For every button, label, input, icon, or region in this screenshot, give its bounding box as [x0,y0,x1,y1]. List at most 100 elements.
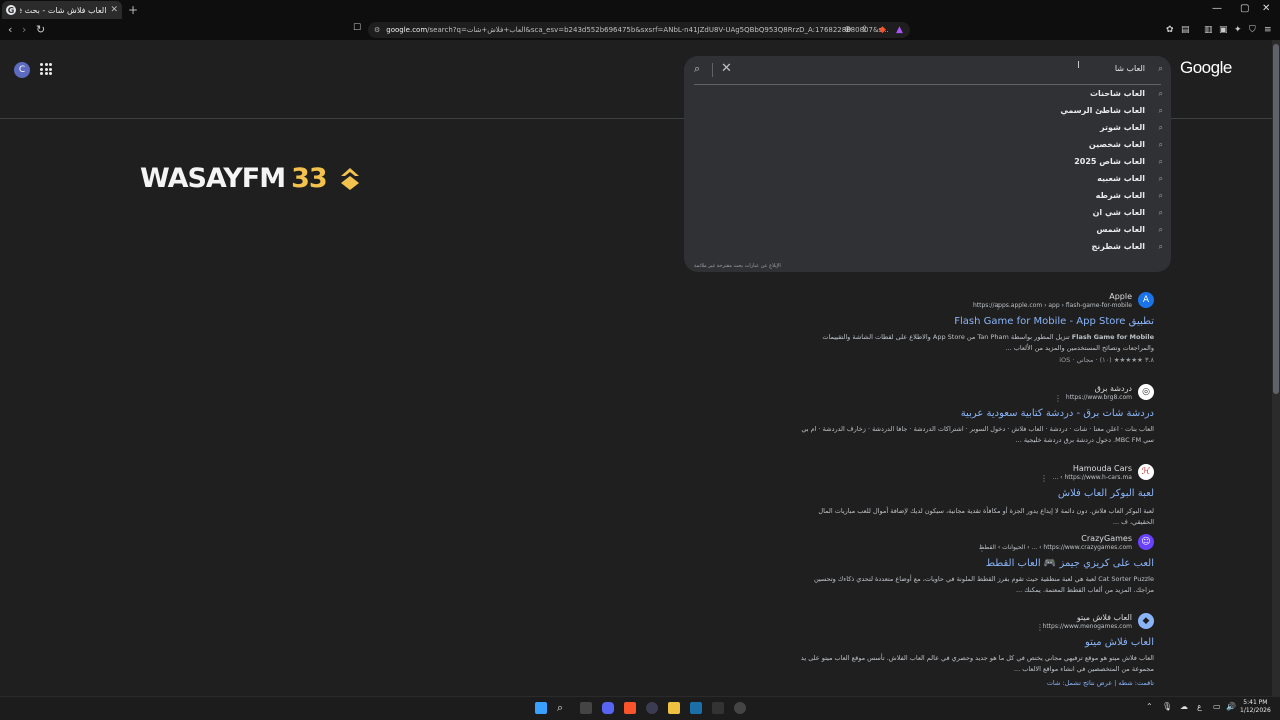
share-icon[interactable]: ⇪ [861,25,869,35]
steam-icon[interactable] [690,702,702,714]
address-bar[interactable]: ⚙ google.com/search?q=العاب+فلاش+شات&sca… [368,22,910,38]
search-query-text[interactable]: العاب شا [1115,64,1145,73]
maximize-button[interactable]: ▢ [1240,3,1249,14]
suggestion-search-icon: ⌕ [1158,208,1163,217]
suggestion-text: العاب شاطئ الرسمي [1060,106,1145,115]
clock-date: 1/12/2026 [1240,707,1271,714]
address-url: google.com/search?q=العاب+فلاش+شات&sca_e… [386,26,889,34]
language-indicator[interactable]: ع [1197,702,1202,711]
search-input[interactable]: ⌕ ✕ العاب شا ⌕ [684,56,1171,84]
microphone-icon[interactable]: 🎙 [1162,702,1172,711]
suggestion-item[interactable]: العاب شرطه ⌕ [684,188,1171,205]
network-icon[interactable]: ▭ [1213,702,1221,711]
bookmark-icon[interactable]: ☐ [353,23,361,33]
suggestion-item[interactable]: العاب شوتر ⌕ [684,120,1171,137]
start-windows-icon[interactable] [535,702,547,714]
result-extra-links[interactable]: تاقمت: شطه | عرض نتائج تشمل: شات [1047,679,1154,687]
discord-icon[interactable] [602,702,614,714]
new-tab-button[interactable]: + [128,3,138,17]
suggestion-search-icon: ⌕ [1158,123,1163,132]
vpn-icon[interactable]: ✦ [1234,25,1242,35]
result-title[interactable]: لعبة البوكر العاب فلاش [1058,488,1154,499]
app3-icon[interactable] [734,702,746,714]
result-item: ◎ دردشة برق https://www.brg8.com ⋮ دردشة… [664,384,1154,454]
back-icon[interactable]: ‹ [8,23,12,36]
result-menu-icon[interactable]: ⋮ [994,302,1002,311]
suggestion-search-icon: ⌕ [1158,242,1163,251]
extension-icon[interactable]: ✿ [1166,25,1174,35]
result-site-name[interactable]: دردشة برق [1095,384,1132,393]
result-title[interactable]: العاب فلاش ميتو [1085,637,1154,648]
suggestion-search-icon: ⌕ [1158,157,1163,166]
cloud-icon[interactable]: ☁ [1180,702,1188,711]
sidebar-icon[interactable]: ▥ [1204,25,1213,35]
brave-shield-icon[interactable]: ◆ [879,25,886,35]
result-site-name[interactable]: CrazyGames [1081,534,1132,543]
suggestion-item[interactable]: العاب شمس ⌕ [684,222,1171,239]
app-icon[interactable] [646,702,658,714]
result-item: ℋ Hamouda Cars https://www.h-cars.ma › .… [664,464,1154,526]
close-window-button[interactable]: ✕ [1262,3,1270,14]
shield-icon[interactable]: ⛉ [1249,25,1256,35]
report-suggestions-link[interactable]: الإبلاغ عن عبارات بحث مقترحة غير ملائمة [694,263,781,269]
reload-icon[interactable]: ↻ [36,23,45,36]
result-menu-icon[interactable]: ⋮ [978,544,986,553]
result-title[interactable]: العب على كريزي جيمز 🎮 العاب القطط [986,558,1154,569]
tab-close-icon[interactable]: ✕ [110,5,118,15]
suggestion-text: العاب شاص 2025 [1074,157,1145,166]
clear-search-icon[interactable]: ✕ [721,61,732,76]
wallet-icon[interactable]: ▣ [1219,25,1228,35]
result-title[interactable]: دردشة شات برق - دردشة كتابية سعودية عربي… [961,408,1154,419]
browser-tab[interactable]: G العاب فلاش شات - بحث Google ✕ [2,1,122,19]
suggestion-item[interactable]: العاب شاص 2025 ⌕ [684,154,1171,171]
result-site-name[interactable]: Hamouda Cars [1073,464,1132,473]
suggestion-search-icon: ⌕ [1158,89,1163,98]
suggestion-item[interactable]: العاب شطرنج ⌕ [684,239,1171,256]
result-site-name[interactable]: Apple [1109,292,1132,301]
input-separator [712,63,713,77]
result-snippet: لعبة البوكر العاب فلاش. دون دائمة لا إيد… [818,507,1154,526]
account-avatar[interactable]: C [14,62,30,78]
result-menu-icon[interactable]: ⋮ [1036,623,1044,632]
suggestion-text: العاب شي ان [1092,208,1145,217]
result-url[interactable]: https://www.menogames.com [1043,623,1132,630]
zoom-icon[interactable]: ⊕ [844,25,852,35]
dropdown-divider [694,84,1161,85]
site-info-icon[interactable]: ⚙ [374,26,380,34]
suggestion-search-icon: ⌕ [1158,225,1163,234]
suggestion-item[interactable]: العاب شخصين ⌕ [684,137,1171,154]
system-clock[interactable]: 5:41 PM 1/12/2026 [1240,699,1271,715]
result-url[interactable]: https://www.h-cars.ma › ... [1053,474,1133,481]
suggestion-search-icon: ⌕ [1158,174,1163,183]
task-view-icon[interactable] [580,702,592,714]
brave-browser-icon[interactable] [624,702,636,714]
file-explorer-icon[interactable] [668,702,680,714]
volume-icon[interactable]: 🔊 [1226,702,1236,711]
brave-rewards-icon[interactable]: ▲ [896,25,903,35]
forward-icon[interactable]: › [22,23,26,36]
search-submit-icon[interactable]: ⌕ [694,62,700,76]
result-url[interactable]: https://www.brg8.com [1066,394,1132,401]
text-cursor-icon: I [1077,60,1080,71]
google-logo[interactable]: Google [1180,58,1232,78]
minimize-button[interactable]: — [1212,3,1222,14]
scrollbar-thumb[interactable] [1273,44,1279,394]
menu-icon[interactable]: ≡ [1264,25,1272,35]
suggestion-item[interactable]: العاب شي ان ⌕ [684,205,1171,222]
app2-icon[interactable] [712,702,724,714]
suggestion-text: العاب شطرنج [1091,242,1146,251]
suggestion-search-icon: ⌕ [1158,140,1163,149]
result-url[interactable]: https://www.crazygames.com › ... › الحيو… [979,544,1132,551]
result-title[interactable]: تطبيق Flash Game for Mobile - App Store [954,316,1154,327]
taskbar-search-icon[interactable]: ⌕ [557,701,563,715]
tray-chevron-icon[interactable]: ⌃ [1146,702,1153,711]
result-site-name[interactable]: العاب فلاش ميتو [1077,613,1132,622]
apps-grid-icon[interactable] [40,63,52,75]
result-item: ◆ العاب فلاش ميتو https://www.menogames.… [664,613,1154,693]
suggestion-item[interactable]: العاب شاحنات ⌕ [684,86,1171,103]
suggestion-item[interactable]: العاب شعبيه ⌕ [684,171,1171,188]
reading-list-icon[interactable]: ▤ [1181,25,1190,35]
result-menu-icon[interactable]: ⋮ [1054,394,1062,403]
result-menu-icon[interactable]: ⋮ [1040,474,1048,483]
suggestion-item[interactable]: العاب شاطئ الرسمي ⌕ [684,103,1171,120]
